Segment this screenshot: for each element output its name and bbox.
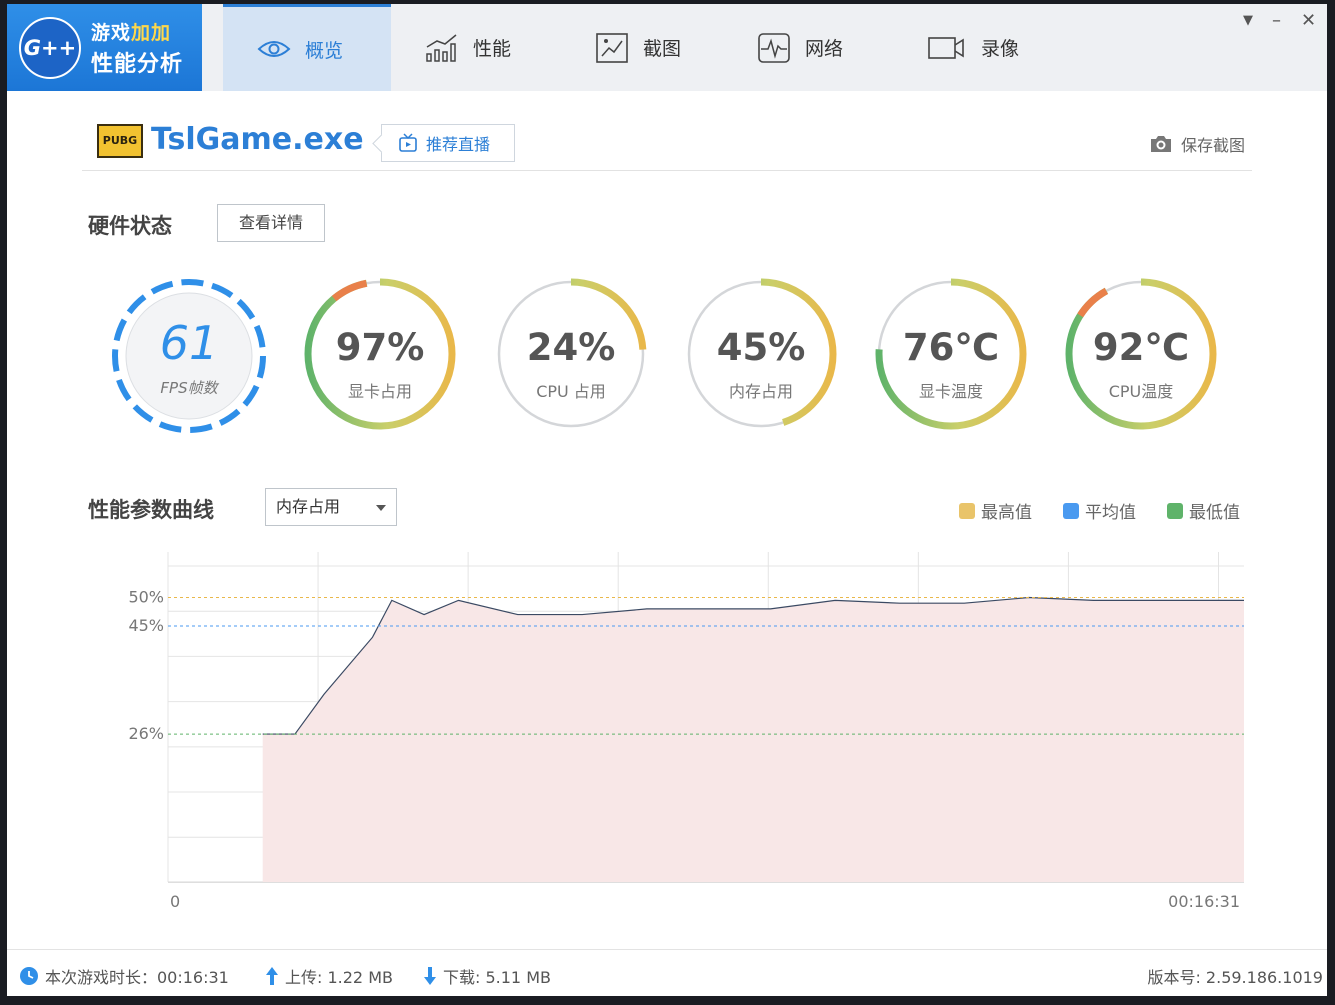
divider xyxy=(82,170,1252,171)
hardware-status-title: 硬件状态 xyxy=(88,214,172,238)
performance-chart: 50% 45% 26% 0 00:16:31 xyxy=(128,552,1244,911)
image-icon xyxy=(596,32,628,63)
close-button[interactable]: ✕ xyxy=(1301,10,1316,31)
camera-icon xyxy=(1150,136,1171,152)
legend-swatch xyxy=(1167,502,1183,519)
tab-screenshot[interactable]: 截图 xyxy=(561,4,727,91)
chevron-down-icon xyxy=(376,505,386,511)
version-label: 版本号: 2.59.186.1019 xyxy=(1147,968,1323,987)
cpu-temperature-gauge: 92℃ CPU温度 xyxy=(1061,274,1221,444)
tab-label: 性能 xyxy=(473,38,512,60)
legend-swatch xyxy=(1063,502,1079,519)
download-label: 下载: 5.11 MB xyxy=(443,968,551,987)
video-camera-icon xyxy=(928,36,964,59)
upload-stat: 上传: 1.22 MB xyxy=(265,964,393,988)
game-icon: PUBG xyxy=(97,124,143,158)
gpu-temperature-label: 显卡温度 xyxy=(918,382,983,401)
tab-network[interactable]: 网络 xyxy=(723,4,893,91)
minimize-button[interactable]: – xyxy=(1272,10,1281,31)
upload-label: 上传: 1.22 MB xyxy=(285,968,393,987)
tab-performance[interactable]: 性能 xyxy=(391,4,561,91)
version-info: 版本号: 2.59.186.1019 xyxy=(1147,964,1323,988)
reference-label-max: 50% xyxy=(128,588,164,607)
game-process-name: TslGame.exe xyxy=(151,122,364,157)
save-screenshot-button[interactable]: 保存截图 xyxy=(1149,132,1245,156)
cpu-temperature-value: 92℃ xyxy=(1092,326,1190,369)
fps-gauge: 61 FPS帧数 xyxy=(109,274,269,444)
gpu-usage-gauge: 97% 显卡占用 xyxy=(300,274,460,444)
gpu-temperature-value: 76℃ xyxy=(902,326,1000,369)
legend-swatch xyxy=(959,502,975,519)
play-time: 本次游戏时长：00:16:31 xyxy=(19,964,229,988)
arrow-up-icon xyxy=(266,967,278,985)
live-button-label: 推荐直播 xyxy=(426,135,491,154)
game-header: PUBG TslGame.exe 推荐直播 保存截图 xyxy=(95,122,1255,168)
cpu-temperature-label: CPU温度 xyxy=(1108,382,1174,401)
save-screenshot-label: 保存截图 xyxy=(1180,136,1245,155)
memory-usage-gauge: 45% 内存占用 xyxy=(681,274,841,444)
tab-label: 截图 xyxy=(643,38,682,60)
legend-min: 最低值 xyxy=(1167,498,1240,523)
dropdown-menu-icon[interactable]: ▼ xyxy=(1243,13,1253,28)
x-tick-start: 0 xyxy=(170,892,180,911)
cpu-usage-label: CPU 占用 xyxy=(536,382,606,401)
recommended-live-button[interactable]: 推荐直播 xyxy=(372,124,515,162)
legend-label: 最低值 xyxy=(1189,503,1240,523)
tv-icon xyxy=(399,133,417,152)
gpu-usage-label: 显卡占用 xyxy=(347,382,412,401)
legend-max: 最高值 xyxy=(959,498,1032,523)
tab-label: 网络 xyxy=(805,38,844,60)
tab-overview[interactable]: 概览 xyxy=(223,4,391,91)
cpu-usage-value: 24% xyxy=(526,326,616,369)
series-area xyxy=(262,597,1244,882)
tab-label: 录像 xyxy=(981,38,1020,60)
gpu-temperature-gauge: 76℃ 显卡温度 xyxy=(871,274,1031,444)
eye-icon xyxy=(257,41,291,57)
fps-label: FPS帧数 xyxy=(160,379,218,397)
logo-brand-name: 游戏加加 xyxy=(91,22,172,44)
top-nav-bar: G++ 游戏加加 性能分析 概览 性能 截图 网络 录像 ▼ – ✕ xyxy=(7,4,1327,91)
x-tick-end: 00:16:31 xyxy=(1168,892,1240,911)
metric-select[interactable]: 内存占用 xyxy=(265,488,397,526)
memory-usage-value: 45% xyxy=(716,326,806,369)
pulse-icon xyxy=(758,32,790,63)
clock-icon xyxy=(20,967,38,985)
performance-curve-title: 性能参数曲线 xyxy=(88,498,214,522)
fps-value: 61 xyxy=(159,316,219,370)
logo-mark: G++ xyxy=(19,17,81,79)
logo-subtitle: 性能分析 xyxy=(91,52,184,77)
reference-label-min: 26% xyxy=(128,724,164,743)
tab-recording[interactable]: 录像 xyxy=(893,4,1063,91)
tab-label: 概览 xyxy=(305,39,344,62)
legend-label: 平均值 xyxy=(1085,503,1136,523)
bar-chart-icon xyxy=(426,33,457,62)
download-stat: 下载: 5.11 MB xyxy=(423,964,551,988)
cpu-usage-gauge: 24% CPU 占用 xyxy=(491,274,651,444)
view-details-button[interactable]: 查看详情 xyxy=(217,204,325,242)
legend-label: 最高值 xyxy=(981,503,1032,523)
hardware-gauges: 61 FPS帧数 97% 显卡占用 24% CPU 占用 45% 内存占用 76… xyxy=(7,274,1327,444)
arrow-down-icon xyxy=(424,967,436,985)
app-window: G++ 游戏加加 性能分析 概览 性能 截图 网络 录像 ▼ – ✕ PUBG xyxy=(7,4,1327,996)
reference-label-avg: 45% xyxy=(128,616,164,635)
gpu-usage-value: 97% xyxy=(335,326,425,369)
app-logo: G++ 游戏加加 性能分析 xyxy=(7,4,202,91)
status-bar: 本次游戏时长：00:16:31 上传: 1.22 MB 下载: 5.11 MB … xyxy=(7,949,1327,996)
legend-avg: 平均值 xyxy=(1063,498,1136,523)
memory-usage-label: 内存占用 xyxy=(728,382,793,401)
metric-select-value: 内存占用 xyxy=(276,497,341,516)
play-time-label: 本次游戏时长：00:16:31 xyxy=(45,968,229,987)
